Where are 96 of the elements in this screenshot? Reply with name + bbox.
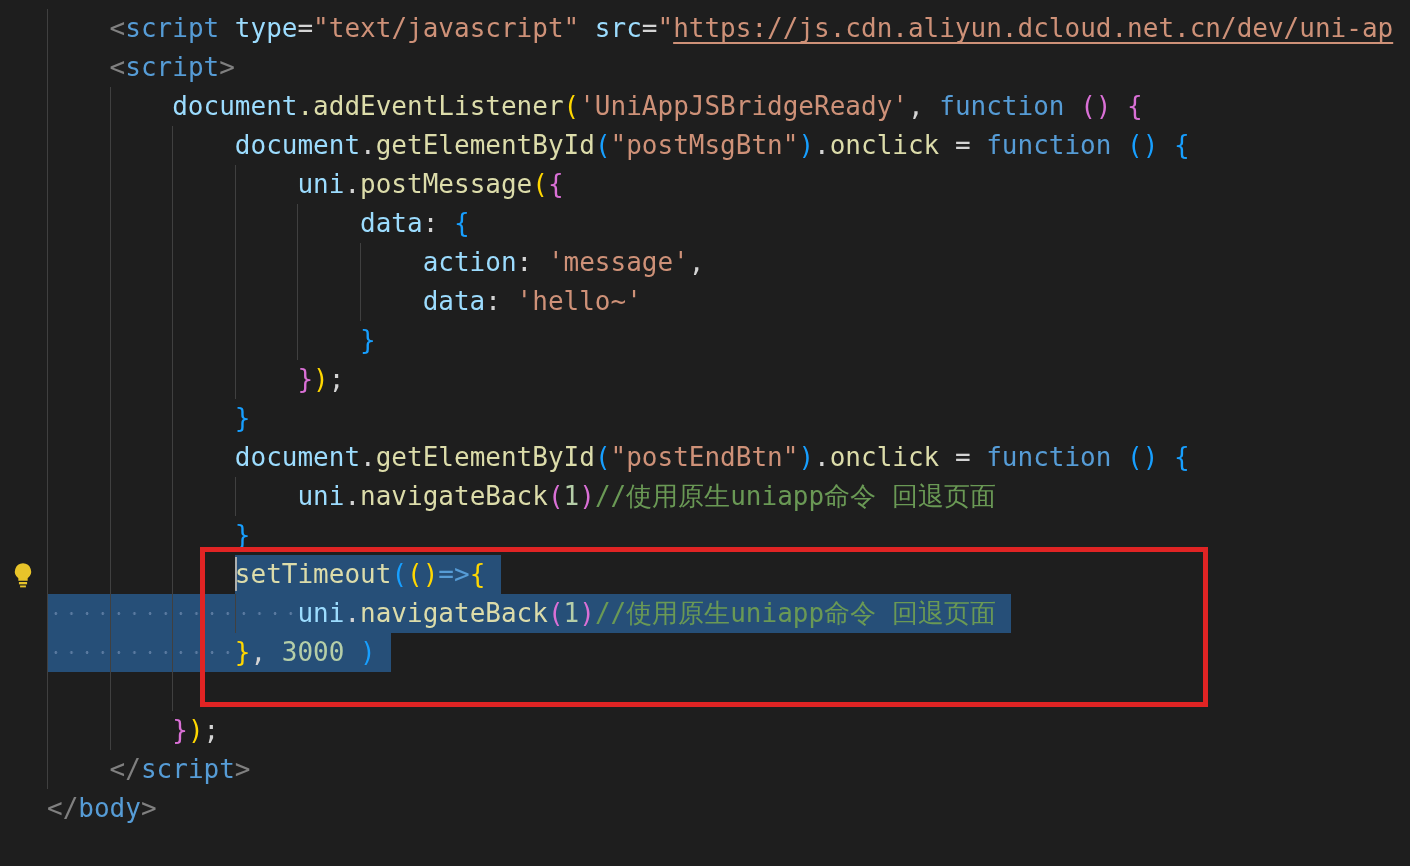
bracket: }	[234, 402, 251, 435]
number-literal: 3000	[281, 636, 345, 669]
bracket: ()	[1127, 441, 1159, 474]
string-literal: "postMsgBtn"	[610, 129, 799, 162]
function-name: .addEventListener	[297, 90, 564, 123]
bracket: }	[172, 714, 188, 747]
punctuation: :	[485, 285, 501, 318]
tag-bracket: <	[109, 12, 126, 45]
tag-bracket: <	[109, 51, 126, 84]
punctuation: .	[814, 441, 830, 474]
punctuation: .	[360, 129, 376, 162]
identifier: data	[360, 207, 423, 240]
punctuation: .	[344, 168, 361, 201]
identifier: document	[172, 90, 298, 123]
bracket: {	[547, 168, 564, 201]
code-comment: //使用原生uniapp命令 回退页面	[594, 480, 996, 513]
bracket: (	[563, 90, 580, 123]
tag-name: script	[125, 12, 220, 45]
punctuation: =	[297, 12, 314, 45]
keyword: function	[986, 129, 1112, 162]
identifier: data	[422, 285, 486, 318]
punctuation: .	[360, 441, 376, 474]
tag-name: script	[125, 51, 220, 84]
function-name: setTimeout	[234, 558, 392, 591]
bracket: (	[594, 129, 611, 162]
bracket: }	[360, 324, 376, 357]
url-link[interactable]: https://js.cdn.aliyun.dcloud.net.cn/dev/uni-ap	[673, 9, 1394, 48]
bracket: }	[297, 363, 314, 396]
code-comment: //使用原生uniapp命令 回退页面	[594, 597, 996, 630]
function-name: navigateBack	[360, 597, 548, 630]
keyword: function	[986, 441, 1112, 474]
function-name: getElementById	[375, 129, 595, 162]
bracket: {	[1174, 441, 1190, 474]
identifier: uni	[297, 168, 345, 201]
punctuation: .	[344, 597, 361, 630]
punctuation: ,	[688, 246, 705, 279]
tag-bracket: >	[234, 753, 251, 786]
bracket: )	[313, 363, 329, 396]
identifier: document	[234, 129, 361, 162]
bracket: {	[1127, 90, 1143, 123]
bracket: ()	[1127, 129, 1159, 162]
bracket: (	[547, 597, 564, 630]
function-name: navigateBack	[360, 480, 548, 513]
tag-bracket: >	[140, 792, 157, 825]
number-literal: 1	[563, 480, 580, 513]
bracket: (	[594, 441, 611, 474]
punctuation: :	[422, 207, 439, 240]
punctuation: =	[954, 129, 971, 162]
string-literal: 'message'	[547, 246, 689, 279]
identifier: uni	[297, 480, 345, 513]
bracket: )	[798, 441, 815, 474]
punctuation: ,	[250, 636, 267, 669]
bracket: (	[532, 168, 548, 201]
string-literal: "postEndBtn"	[610, 441, 799, 474]
punctuation: =	[954, 441, 971, 474]
function-name: postMessage	[360, 168, 533, 201]
identifier: document	[234, 441, 361, 474]
attribute-name: type	[234, 12, 298, 45]
punctuation: :	[516, 246, 533, 279]
attribute-name: src	[594, 12, 642, 45]
tag-name: script	[140, 753, 235, 786]
keyword: =>	[438, 558, 470, 591]
string-literal: 'hello~'	[516, 285, 642, 318]
function-name: onclick	[829, 129, 940, 162]
bracket: )	[187, 714, 204, 747]
tag-name: body	[78, 792, 141, 825]
bracket: )	[360, 636, 376, 669]
bracket: {	[453, 207, 470, 240]
punctuation: .	[344, 480, 361, 513]
punctuation: =	[641, 12, 658, 45]
function-name: getElementById	[375, 441, 595, 474]
bracket: }	[234, 636, 251, 669]
tag-bracket: >	[219, 51, 235, 84]
tag-bracket: </	[109, 753, 141, 786]
string-literal: "text/javascript"	[313, 12, 580, 45]
number-literal: 1	[563, 597, 580, 630]
identifier: uni	[297, 597, 345, 630]
punctuation: ;	[203, 714, 220, 747]
bracket: )	[579, 480, 595, 513]
keyword: function	[939, 90, 1065, 123]
function-name: onclick	[829, 441, 940, 474]
bracket: )	[579, 597, 595, 630]
bracket: ()	[1080, 90, 1112, 123]
string-literal: "	[657, 12, 674, 45]
tag-bracket: </	[47, 792, 79, 825]
bracket: (	[547, 480, 564, 513]
bracket: (	[391, 558, 408, 591]
bracket: {	[469, 558, 486, 591]
punctuation: ,	[907, 90, 924, 123]
string-literal: 'UniAppJSBridgeReady'	[579, 90, 908, 123]
bracket: ()	[407, 558, 439, 591]
bracket: {	[1174, 129, 1190, 162]
bracket: )	[798, 129, 815, 162]
identifier: action	[422, 246, 517, 279]
punctuation: ;	[328, 363, 345, 396]
punctuation: .	[814, 129, 830, 162]
